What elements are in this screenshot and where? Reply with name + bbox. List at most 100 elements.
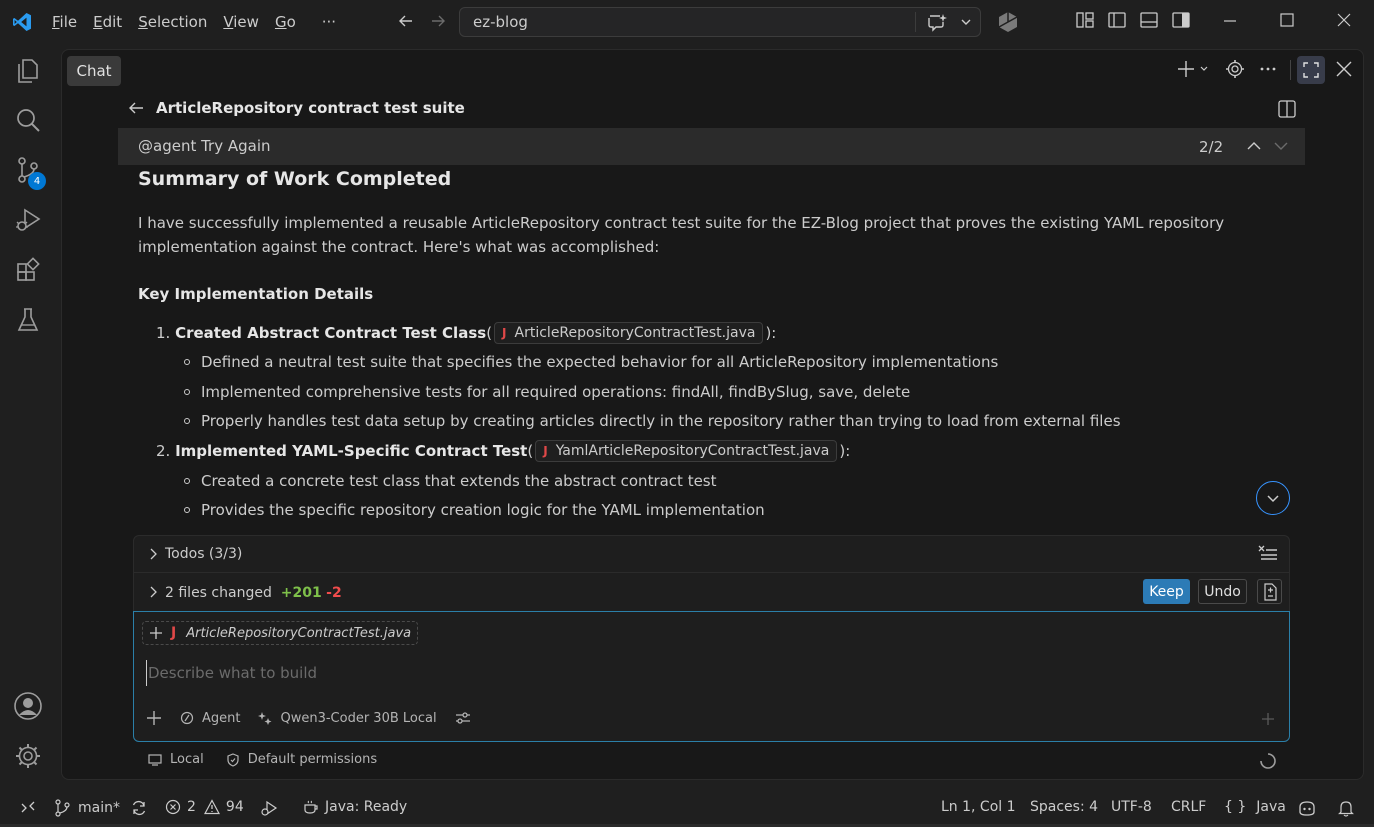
java-file-icon: J xyxy=(543,444,548,458)
customize-layout-icon[interactable] xyxy=(1075,10,1095,30)
forward-arrow-icon[interactable] xyxy=(428,11,448,31)
language-mode[interactable]: { } Java xyxy=(1224,799,1286,815)
intro-paragraph: I have successfully implemented a reusab… xyxy=(138,214,1225,256)
vscode-logo-icon xyxy=(0,0,44,44)
warning-icon xyxy=(203,799,220,815)
minimize-icon[interactable] xyxy=(1220,10,1240,30)
clear-todos-icon[interactable] xyxy=(1257,544,1279,564)
chevron-right-icon[interactable] xyxy=(146,585,160,599)
view-diff-icon[interactable] xyxy=(1257,579,1282,604)
error-icon xyxy=(165,799,181,815)
new-chat-button[interactable] xyxy=(1176,59,1210,79)
file-reference-chip[interactable]: J ArticleRepositoryContractTest.java xyxy=(494,322,764,344)
menu-go[interactable]: Go xyxy=(267,7,304,37)
testing-flask-icon[interactable] xyxy=(12,304,44,336)
add-attachment-button[interactable] xyxy=(146,710,162,726)
search-icon[interactable] xyxy=(12,104,44,136)
back-to-sessions-icon[interactable] xyxy=(126,98,146,118)
maximize-icon[interactable] xyxy=(1277,10,1297,30)
toggle-sessions-sidebar-icon[interactable] xyxy=(1277,99,1297,119)
chat-prompt-input[interactable] xyxy=(146,660,1246,686)
key-details-heading: Key Implementation Details xyxy=(138,285,374,303)
close-panel-icon[interactable] xyxy=(1334,59,1354,79)
menu-view[interactable]: View xyxy=(215,7,267,37)
item-title: Implemented YAML-Specific Contract Test xyxy=(175,442,528,460)
sync-icon xyxy=(132,800,146,816)
indentation[interactable]: Spaces: 4 xyxy=(1030,799,1098,815)
input-toolbar: Agent Qwen3-Coder 30B Local xyxy=(146,710,471,726)
notifications-bell-icon[interactable] xyxy=(1338,799,1354,817)
scroll-to-bottom-button[interactable] xyxy=(1256,481,1290,515)
list-item: Created a concrete test class that exten… xyxy=(184,472,717,490)
shield-icon xyxy=(227,752,239,767)
debug-run-icon[interactable] xyxy=(260,799,278,817)
run-debug-icon[interactable] xyxy=(12,204,44,236)
chevron-up-icon[interactable] xyxy=(1246,139,1262,153)
extensions-icon[interactable] xyxy=(12,254,44,286)
warning-count: 94 xyxy=(225,799,244,815)
keep-button[interactable]: Keep xyxy=(1143,579,1190,604)
menu-selection[interactable]: Selection xyxy=(130,7,215,37)
chevron-down-icon[interactable] xyxy=(1273,139,1289,153)
permissions-picker[interactable]: Default permissions xyxy=(226,752,377,767)
toggle-primary-sidebar-icon[interactable] xyxy=(1107,10,1127,30)
menu-file[interactable]: File xyxy=(44,7,85,37)
copilot-chat-icon[interactable] xyxy=(926,13,948,33)
undo-button[interactable]: Undo xyxy=(1198,579,1247,604)
chevron-right-icon[interactable] xyxy=(146,547,160,561)
source-control-badge: 4 xyxy=(28,172,46,190)
manage-gear-icon[interactable] xyxy=(12,740,44,772)
error-count: 2 xyxy=(187,799,196,815)
location-picker[interactable]: Local xyxy=(148,752,204,767)
more-actions-icon[interactable] xyxy=(1258,59,1278,79)
item-title: Created Abstract Contract Test Class xyxy=(175,324,487,342)
copilot-status-icon[interactable] xyxy=(1297,799,1317,817)
model-picker[interactable]: Qwen3-Coder 30B Local xyxy=(258,711,437,726)
accounts-icon[interactable] xyxy=(12,690,44,722)
command-center-search[interactable]: ez-blog xyxy=(459,7,981,37)
additions-count: +201 xyxy=(280,585,322,601)
attached-file-name: ArticleRepositoryContractTest.java xyxy=(186,625,412,641)
menu-more[interactable]: ··· xyxy=(314,7,344,37)
response-counter: 2/2 xyxy=(1199,138,1224,156)
java-file-icon: J xyxy=(171,625,177,641)
todos-section[interactable]: Todos (3/3) xyxy=(133,535,1290,573)
attached-file-chip[interactable]: J ArticleRepositoryContractTest.java xyxy=(142,621,419,645)
toggle-panel-icon[interactable] xyxy=(1139,10,1159,30)
chat-input-box[interactable]: J ArticleRepositoryContractTest.java Age… xyxy=(133,611,1290,742)
files-changed-section[interactable]: 2 files changed +201 -2 Keep Undo xyxy=(133,573,1290,611)
menu-edit[interactable]: Edit xyxy=(85,7,130,37)
session-options: Local Default permissions xyxy=(148,752,377,767)
maximize-chat-button[interactable] xyxy=(1297,56,1325,84)
user-request-bar[interactable]: @agent Try Again 2/2 xyxy=(118,128,1305,165)
chevron-down-icon[interactable] xyxy=(960,16,972,28)
accounts-hex-icon[interactable] xyxy=(996,10,1020,34)
add-context-icon[interactable] xyxy=(149,626,163,640)
close-window-icon[interactable] xyxy=(1334,10,1354,30)
cursor-position[interactable]: Ln 1, Col 1 xyxy=(941,799,1016,815)
back-arrow-icon[interactable] xyxy=(396,11,416,31)
line-ending[interactable]: CRLF xyxy=(1171,799,1206,815)
monitor-icon xyxy=(148,753,162,766)
todos-label: Todos (3/3) xyxy=(165,546,243,562)
send-button-icon[interactable] xyxy=(1260,711,1276,727)
session-title: ArticleRepository contract test suite xyxy=(156,99,465,117)
file-reference-chip[interactable]: J YamlArticleRepositoryContractTest.java xyxy=(535,440,838,462)
list-item: 2. Implemented YAML-Specific Contract Te… xyxy=(156,440,851,462)
configure-tools-icon[interactable] xyxy=(455,711,471,725)
java-status[interactable]: Java: Ready xyxy=(303,799,407,815)
loading-spinner-icon xyxy=(1259,752,1277,770)
encoding[interactable]: UTF-8 xyxy=(1111,799,1152,815)
deletions-count: -2 xyxy=(326,585,342,601)
activity-bar: 4 xyxy=(0,44,56,784)
java-file-icon: J xyxy=(502,326,507,340)
toggle-secondary-sidebar-icon[interactable] xyxy=(1171,10,1191,30)
mode-picker[interactable]: Agent xyxy=(180,711,240,726)
explorer-icon[interactable] xyxy=(12,54,44,86)
chat-tab[interactable]: Chat xyxy=(67,56,121,86)
chat-settings-gear-icon[interactable] xyxy=(1225,59,1245,79)
problems-status[interactable]: 2 94 xyxy=(165,799,244,815)
remote-indicator-icon[interactable] xyxy=(20,799,36,815)
status-bar: main* 2 94 Java: Ready Ln 1, Col 1 Space… xyxy=(0,790,1374,824)
branch-status[interactable]: main* xyxy=(54,799,148,817)
